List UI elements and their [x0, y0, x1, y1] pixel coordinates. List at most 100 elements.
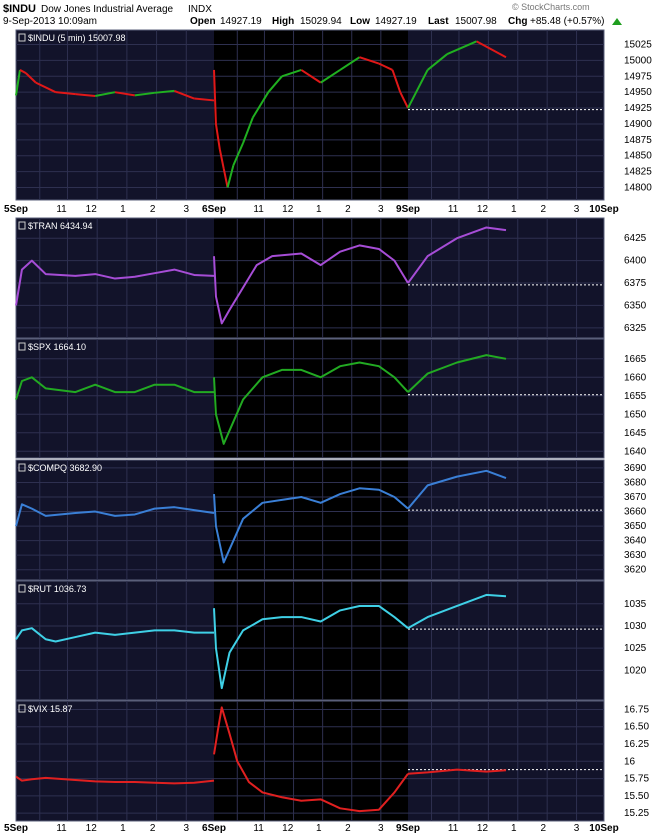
x-tick-label: 11	[56, 204, 67, 215]
x-tick-label: 2	[540, 204, 546, 215]
y-tick-label: 1035	[624, 599, 647, 610]
y-tick-label: 1645	[624, 428, 647, 439]
header-exchange: INDX	[188, 4, 212, 15]
y-tick-label: 15.50	[624, 791, 649, 802]
x-tick-label: 1	[316, 823, 322, 834]
y-tick-label: 3680	[624, 477, 647, 488]
y-tick-label: 14975	[624, 71, 652, 82]
x-axis-bottom: 5Sep 11 12 1 2 3 6Sep 11 12 1 2 3 9Sep 11 12 1 2 3 10Sep	[4, 823, 619, 834]
y-tick-label: 1030	[624, 621, 647, 632]
panel-label: $VIX 15.87	[28, 704, 73, 714]
x-tick-label: 11	[56, 823, 67, 834]
chg-label: Chg	[508, 16, 527, 27]
high-label: High	[272, 16, 294, 27]
header-name: Dow Jones Industrial Average	[41, 4, 174, 15]
x-tick-label: 11	[448, 823, 459, 834]
y-tick-label: 16	[624, 756, 636, 767]
x-tick-label: 11	[253, 204, 264, 215]
chart-header: $INDU Dow Jones Industrial Average INDX …	[3, 2, 622, 27]
y-tick-label: 1650	[624, 409, 647, 420]
y-tick-label: 3670	[624, 492, 647, 503]
panel-label: $TRAN 6434.94	[28, 221, 93, 231]
y-tick-label: 16.50	[624, 722, 649, 733]
x-tick-label: 5Sep	[4, 204, 28, 215]
x-tick-label: 6Sep	[202, 823, 226, 834]
x-tick-label: 2	[345, 823, 351, 834]
y-tick-label: 16.25	[624, 739, 649, 750]
open-label: Open	[190, 16, 216, 27]
x-tick-label: 1	[120, 823, 126, 834]
x-tick-label: 2	[150, 204, 156, 215]
x-tick-label: 12	[86, 823, 98, 834]
x-tick-label: 3	[183, 204, 189, 215]
y-tick-label: 6400	[624, 256, 647, 267]
x-tick-label: 12	[282, 204, 294, 215]
x-tick-label: 12	[282, 823, 294, 834]
chg-value: +85.48 (+0.57%)	[530, 16, 605, 27]
x-tick-label: 2	[540, 823, 546, 834]
y-tick-label: 15.25	[624, 808, 649, 819]
x-tick-label: 10Sep	[589, 204, 618, 215]
y-tick-label: 15.75	[624, 774, 649, 785]
y-tick-label: 15000	[624, 55, 652, 66]
x-tick-label: 3	[183, 823, 189, 834]
y-tick-label: 3630	[624, 550, 647, 561]
panel-label: $COMPQ 3682.90	[28, 463, 102, 473]
y-tick-label: 14875	[624, 135, 652, 146]
x-tick-label: 9Sep	[396, 204, 420, 215]
low-value: 14927.19	[375, 16, 417, 27]
y-tick-label: 3650	[624, 521, 647, 532]
x-tick-label: 3	[574, 204, 580, 215]
y-tick-label: 14800	[624, 182, 652, 193]
watermark: © StockCharts.com	[512, 2, 590, 12]
x-tick-label: 2	[345, 204, 351, 215]
y-tick-label: 14950	[624, 87, 652, 98]
panel-5: 1020 1025 1030 1035 $RUT 1036.73	[15, 580, 647, 701]
x-tick-label: 2	[150, 823, 156, 834]
chart-panels: 14800 14825 14850 14875 14900 14925 14950 14975…	[15, 29, 652, 822]
y-tick-label: 14900	[624, 119, 652, 130]
x-tick-label: 1	[511, 204, 517, 215]
y-tick-label: 1655	[624, 391, 647, 402]
panel-label: $RUT 1036.73	[28, 584, 86, 594]
panel-3: 1640 1645 1650 1655 1660 1665 $SPX 1664.10	[15, 338, 647, 459]
y-tick-label: 15025	[624, 40, 652, 51]
panel-2: 6325 6350 6375 6400 6425 $TRAN 6434.94	[15, 217, 647, 339]
last-value: 15007.98	[455, 16, 497, 27]
y-tick-label: 6350	[624, 300, 647, 311]
panel-1: 14800 14825 14850 14875 14900 14925 14950 14975…	[15, 29, 652, 201]
last-label: Last	[428, 16, 449, 27]
x-tick-label: 3	[574, 823, 580, 834]
x-tick-label: 12	[477, 823, 489, 834]
y-tick-label: 1025	[624, 643, 647, 654]
x-tick-label: 11	[253, 823, 264, 834]
panel-label: $INDU (5 min) 15007.98	[28, 33, 126, 43]
x-axis-top: 5Sep 11 12 1 2 3 6Sep 11 12 1 2 3 9Sep 11 12 1 2 3 10Sep	[4, 204, 619, 215]
session-shade	[214, 581, 408, 700]
high-value: 15029.94	[300, 16, 342, 27]
x-tick-label: 9Sep	[396, 823, 420, 834]
x-tick-label: 1	[316, 204, 322, 215]
x-tick-label: 11	[448, 204, 459, 215]
y-tick-label: 14850	[624, 151, 652, 162]
y-tick-label: 14925	[624, 103, 652, 114]
x-tick-label: 12	[86, 204, 98, 215]
y-tick-label: 6325	[624, 323, 647, 334]
header-symbol: $INDU	[3, 3, 36, 15]
y-tick-label: 1640	[624, 446, 647, 457]
y-tick-label: 1020	[624, 665, 647, 676]
panel-6: 15.25 15.50 15.75 16 16.25 16.50 16.75 $VIX 15.…	[15, 700, 649, 822]
y-tick-label: 3690	[624, 463, 647, 474]
x-tick-label: 3	[378, 204, 384, 215]
y-tick-label: 6375	[624, 278, 647, 289]
low-label: Low	[350, 16, 370, 27]
y-tick-label: 1665	[624, 354, 647, 365]
y-tick-label: 1660	[624, 372, 647, 383]
up-arrow-icon	[612, 18, 622, 25]
x-tick-label: 5Sep	[4, 823, 28, 834]
x-tick-label: 1	[511, 823, 517, 834]
y-tick-label: 16.75	[624, 704, 649, 715]
x-tick-label: 1	[120, 204, 126, 215]
open-value: 14927.19	[220, 16, 262, 27]
panel-label: $SPX 1664.10	[28, 342, 86, 352]
